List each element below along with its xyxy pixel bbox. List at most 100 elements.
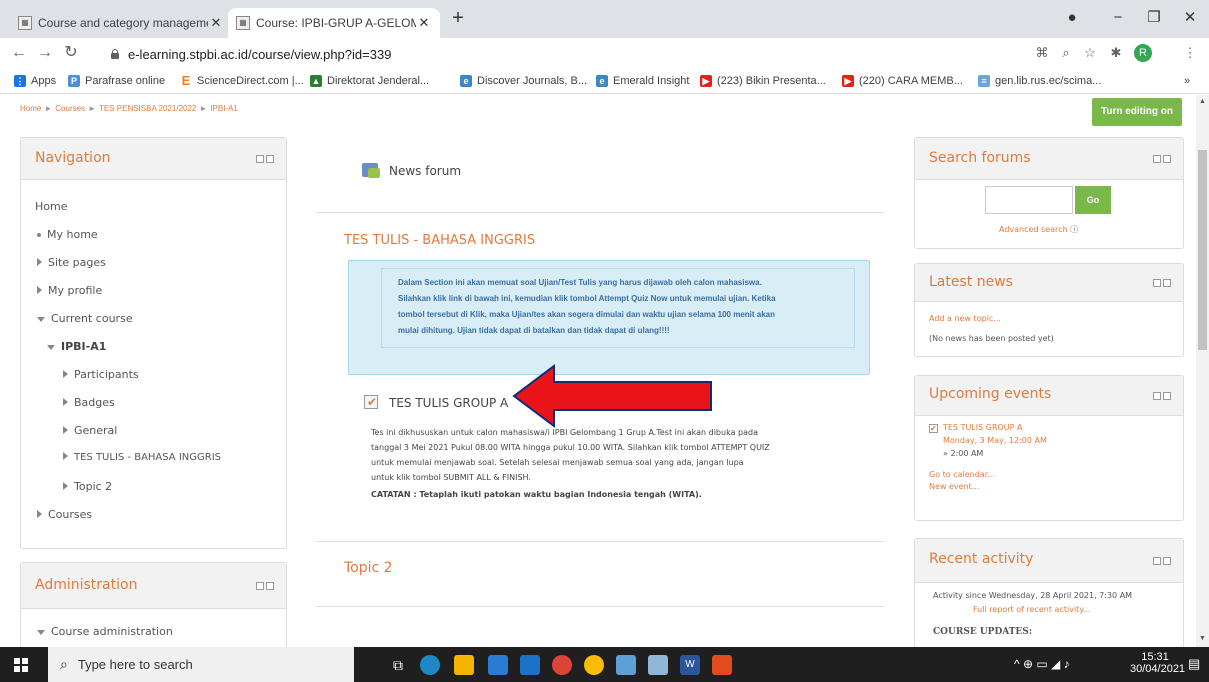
taskbar-clock[interactable]: 15:31 30/04/2021	[1130, 651, 1185, 675]
advanced-search-link[interactable]: Advanced search ⓘ	[999, 224, 1078, 235]
edge-taskbar-icon[interactable]	[420, 655, 440, 675]
expand-arrow-icon	[63, 426, 68, 434]
back-icon[interactable]: ←	[8, 42, 30, 64]
pdf-app-icon[interactable]	[712, 655, 732, 675]
nav-course-administration[interactable]: Course administration	[37, 625, 173, 638]
expand-arrow-icon	[63, 370, 68, 378]
section-summary-box: Dalam Section ini akan memuat soal Ujian…	[348, 260, 870, 375]
block-controls-icon[interactable]	[1153, 557, 1171, 565]
block-controls-icon[interactable]	[256, 155, 274, 163]
bookmark-sciencedirect[interactable]: E ScienceDirect.com |...	[180, 72, 304, 90]
bookmark-star-icon[interactable]: ☆	[1080, 42, 1100, 64]
page-scrollbar[interactable]: ▲ ▼	[1196, 95, 1209, 647]
windows-start-icon[interactable]	[14, 658, 28, 672]
nav-courses[interactable]: Courses	[37, 508, 92, 521]
scroll-up-icon[interactable]: ▲	[1199, 98, 1206, 105]
add-new-topic-link[interactable]: Add a new topic...	[929, 314, 1001, 323]
nav-course-ipbi-a1[interactable]: IPBI-A1	[47, 340, 106, 353]
recent-activity-block: Recent activity Activity since Wednesday…	[914, 538, 1184, 647]
upcoming-event-link[interactable]: TES TULIS GROUP A	[943, 423, 1023, 432]
page-content: Home ► Courses ► TES PENSISBA 2021/2022 ► IPBI…	[0, 95, 1196, 647]
turn-editing-on-button[interactable]: Turn editing on	[1092, 98, 1182, 126]
block-controls-icon[interactable]	[1153, 392, 1171, 400]
nav-tes-tulis[interactable]: TES TULIS - BAHASA INGGRIS	[63, 452, 221, 463]
full-report-link[interactable]: Full report of recent activity...	[973, 605, 1091, 614]
block-title: Latest news	[929, 274, 1013, 290]
tab-course-view[interactable]: ▦ Course: IPBI-GRUP A-GELOMBAN ✕	[228, 8, 440, 38]
breadcrumb-courses[interactable]: Courses	[55, 104, 85, 113]
youtube-icon: ▶	[700, 75, 712, 87]
breadcrumb-category[interactable]: TES PENSISBA 2021/2022	[99, 104, 196, 113]
file-explorer-icon[interactable]	[454, 655, 474, 675]
chrome-canary-icon[interactable]	[584, 655, 604, 675]
extensions-icon[interactable]: ✱	[1106, 42, 1126, 64]
nav-home[interactable]: Home	[35, 200, 67, 213]
tab-search-icon[interactable]: ●	[1060, 6, 1084, 30]
quiz-event-icon: ✔	[929, 424, 938, 433]
bookmark-direktorat[interactable]: ▲ Direktorat Jenderal...	[310, 72, 429, 90]
section-topic-2-title: Topic 2	[344, 560, 393, 576]
bookmark-discover[interactable]: e Discover Journals, B...	[460, 72, 587, 90]
minimize-icon[interactable]: −	[1106, 6, 1130, 30]
nav-my-profile[interactable]: My profile	[37, 284, 102, 297]
nav-general[interactable]: General	[63, 424, 117, 437]
zoom-icon[interactable]: ⌕	[1056, 42, 1076, 64]
store-icon[interactable]	[488, 655, 508, 675]
nav-topic-2[interactable]: Topic 2	[63, 480, 112, 493]
chrome-taskbar-icon[interactable]	[552, 655, 572, 675]
new-tab-button[interactable]: +	[446, 6, 470, 30]
help-icon[interactable]: ⓘ	[1070, 225, 1078, 234]
edge-icon: e	[460, 75, 472, 87]
url-field[interactable]: e-learning.stpbi.ac.id/course/view.php?i…	[110, 43, 1150, 65]
go-to-calendar-link[interactable]: Go to calendar...	[929, 470, 995, 479]
close-icon[interactable]: ✕	[416, 15, 432, 31]
bookmark-youtube-2[interactable]: ▶ (220) CARA MEMB...	[842, 72, 963, 90]
nav-my-home[interactable]: My home	[37, 228, 98, 241]
app-icon[interactable]	[616, 655, 636, 675]
menu-icon[interactable]: ⋮	[1180, 42, 1200, 64]
scrollbar-thumb[interactable]	[1198, 150, 1207, 350]
upcoming-events-header: Upcoming events	[915, 376, 1183, 416]
restore-icon[interactable]: ❐	[1142, 6, 1166, 30]
forward-icon[interactable]: →	[34, 42, 56, 64]
quiz-link-tes-tulis-group-a[interactable]: TES TULIS GROUP A	[389, 396, 508, 410]
bookmark-emerald[interactable]: e Emerald Insight	[596, 72, 689, 90]
quiz-note: CATATAN : Tetaplah ikuti patokan waktu b…	[371, 490, 702, 499]
search-go-button[interactable]: Go	[1075, 186, 1111, 214]
block-controls-icon[interactable]	[1153, 155, 1171, 163]
block-controls-icon[interactable]	[256, 582, 274, 590]
mail-icon[interactable]	[520, 655, 540, 675]
scroll-down-icon[interactable]: ▼	[1199, 635, 1206, 642]
translate-icon[interactable]: ⌘	[1032, 42, 1052, 64]
breadcrumb-home[interactable]: Home	[20, 104, 41, 113]
block-controls-icon[interactable]	[1153, 279, 1171, 287]
nav-badges[interactable]: Badges	[63, 396, 115, 409]
expand-arrow-icon	[63, 482, 68, 490]
task-view-icon[interactable]: ⧉	[388, 655, 408, 675]
new-event-link[interactable]: New event...	[929, 482, 979, 491]
search-forums-input[interactable]	[985, 186, 1073, 214]
notification-icon[interactable]: ▤	[1188, 656, 1200, 672]
profile-avatar[interactable]: R	[1134, 44, 1152, 62]
bookmark-genlib[interactable]: ≡ gen.lib.rus.ec/scima...	[978, 72, 1101, 90]
window-close-icon[interactable]: ✕	[1178, 6, 1202, 30]
taskbar-search-input[interactable]: ⌕ Type here to search	[48, 647, 354, 682]
bookmark-parafrase[interactable]: P Parafrase online	[68, 72, 165, 90]
nav-current-course[interactable]: Current course	[37, 312, 133, 325]
edge-icon: e	[596, 75, 608, 87]
news-forum-link[interactable]: News forum	[389, 164, 461, 178]
latest-news-header: Latest news	[915, 264, 1183, 302]
bookmark-youtube-1[interactable]: ▶ (223) Bikin Presenta...	[700, 72, 826, 90]
app-icon-2[interactable]	[648, 655, 668, 675]
bookmarks-overflow[interactable]: »	[1184, 72, 1190, 90]
nav-site-pages[interactable]: Site pages	[37, 256, 106, 269]
nav-participants[interactable]: Participants	[63, 368, 139, 381]
system-tray-icons[interactable]: ^ ⊕ ▭ ◢ ♪	[1014, 657, 1070, 671]
tab-course-category[interactable]: ▦ Course and category manageme ✕	[10, 8, 232, 38]
reload-icon[interactable]: ↻	[60, 42, 82, 64]
collapse-arrow-icon	[37, 316, 45, 322]
bookmark-apps[interactable]: ⋮ Apps	[14, 72, 56, 90]
word-icon[interactable]: W	[680, 655, 700, 675]
breadcrumb-course[interactable]: IPBI-A1	[210, 104, 238, 113]
close-icon[interactable]: ✕	[208, 15, 224, 31]
